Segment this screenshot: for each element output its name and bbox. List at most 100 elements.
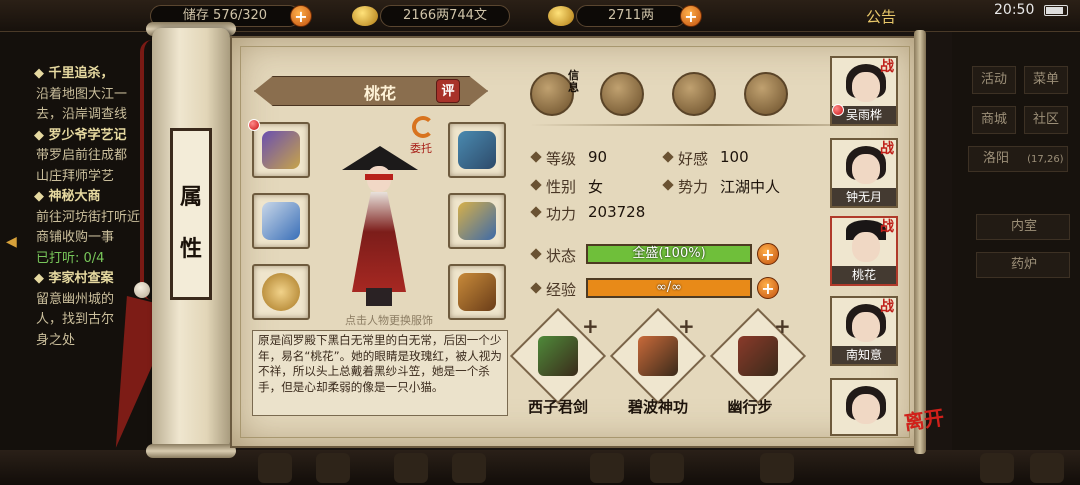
bottom-nav-item[interactable] [394, 453, 428, 483]
bottom-nav-item[interactable] [980, 453, 1014, 483]
exp-text: ∞/∞ [655, 280, 683, 295]
bagua-icon[interactable] [672, 72, 716, 116]
new-alert-dot [832, 104, 844, 116]
bottom-nav-item[interactable] [258, 453, 292, 483]
quest-line: 带罗启前往成都 [36, 148, 128, 163]
location-name: 洛阳 [983, 151, 1010, 166]
community-button[interactable]: 社区 [1024, 106, 1068, 134]
quest-title[interactable]: ◆ 神秘大商 [34, 185, 101, 204]
roster-card[interactable] [830, 378, 898, 436]
location-coords: (17,26) [1027, 154, 1064, 165]
notice-button[interactable]: 公告 [866, 6, 896, 27]
skill-add-icon[interactable]: + [582, 314, 599, 338]
portrait-face [852, 232, 880, 262]
exp-label: 经验 [546, 281, 577, 299]
battle-tag: 战 [880, 299, 894, 315]
equip-slot-gloves[interactable] [252, 122, 310, 178]
exp-plus-button[interactable]: + [757, 277, 779, 299]
scroll-cap-bottom [146, 444, 236, 458]
gloves-icon [262, 131, 300, 169]
character-legs [366, 288, 392, 306]
power-value: 203728 [588, 203, 646, 221]
bottom-nav-item[interactable] [452, 453, 486, 483]
quest-line: 去，沿岸调查线 [36, 107, 128, 122]
sword-icon [262, 202, 300, 240]
quest-title[interactable]: ◆ 李家村查案 [34, 267, 114, 286]
helmet-icon [458, 131, 496, 169]
map-scroll-icon[interactable] [600, 72, 644, 116]
character-blindfold [365, 174, 393, 180]
quest-line: 前往河坊街打听近 [36, 209, 141, 225]
meridian-figure-icon[interactable] [744, 72, 788, 116]
skill-add-icon[interactable]: + [774, 314, 791, 338]
favor-value: 100 [720, 148, 749, 166]
shop-button[interactable]: 商城 [972, 106, 1016, 134]
status-label: 状态 [546, 247, 577, 265]
roster-card[interactable]: 战 钟无月 [830, 138, 898, 208]
equip-slot-token[interactable] [448, 264, 506, 320]
scroll-right-roll [914, 30, 926, 454]
bottom-nav-item[interactable] [650, 453, 684, 483]
battle-tag: 战 [880, 59, 894, 75]
info-tag: 信息 [568, 69, 579, 94]
tab-label-char: 性 [179, 236, 202, 262]
bottom-nav-item[interactable] [590, 453, 624, 483]
delegate-icon[interactable] [412, 116, 434, 138]
gender-label: 性别 [546, 178, 577, 196]
location-display: 洛阳 (17,26) [968, 146, 1068, 172]
skill-add-icon[interactable]: + [678, 314, 695, 338]
quest-line: 沿着地图大江一 [36, 86, 128, 102]
equip-slot-weapon[interactable] [252, 193, 310, 249]
roster-name: 南知意 [832, 346, 896, 364]
status-plus-button[interactable]: + [757, 243, 779, 265]
token-plaque-icon [458, 273, 496, 311]
book-manual-icon [738, 336, 778, 376]
skill-name-1: 西子君剑 [527, 398, 588, 416]
tab-label-char: 属 [179, 184, 202, 210]
battle-tag: 战 [880, 141, 894, 157]
attributes-tab-label[interactable]: 属 性 [170, 128, 212, 300]
quest-title[interactable]: ◆ 罗少爷学艺记 [34, 124, 127, 143]
menu-button[interactable]: 菜单 [1024, 66, 1068, 94]
quest-line: 山庄拜师学艺 [36, 168, 115, 184]
new-item-dot [248, 119, 260, 131]
roster-name: 钟无月 [832, 188, 896, 206]
character-name: 桃花 [363, 84, 396, 103]
bottom-nav-item[interactable] [1030, 453, 1064, 483]
quest-line: 已打听: 0/4 [36, 250, 105, 266]
equip-slot-helmet[interactable] [448, 122, 506, 178]
scroll-manual-icon [638, 336, 678, 376]
furnace-button[interactable]: 药炉 [976, 252, 1070, 278]
equip-slot-ring[interactable] [252, 264, 310, 320]
quest-line: 人，找到古尔 [36, 312, 115, 327]
gold-ingot-icon [548, 6, 574, 26]
exp-bar: ∞/∞ [586, 278, 752, 298]
storage-plus-button[interactable]: + [290, 5, 312, 27]
change-outfit-hint: 点击人物更换服饰 [345, 314, 433, 327]
sword-manual-icon [538, 336, 578, 376]
delegate-label: 委托 [410, 142, 432, 155]
leave-button[interactable]: 离开 [902, 401, 946, 435]
level-value: 90 [588, 148, 608, 166]
bottom-nav-item[interactable] [316, 453, 350, 483]
inner-room-button[interactable]: 内室 [976, 214, 1070, 240]
status-text: 全盛(100%) [632, 246, 706, 261]
gold-plus-button[interactable]: + [680, 5, 702, 27]
level-label: 等级 [546, 150, 577, 168]
armor-icon [458, 202, 496, 240]
activity-button[interactable]: 活动 [972, 66, 1016, 94]
bottom-nav-item[interactable] [760, 453, 794, 483]
tassel-bead [134, 282, 150, 298]
equip-slot-armor[interactable] [448, 193, 506, 249]
roster-card[interactable]: 战 南知意 [830, 296, 898, 366]
gender-value: 女 [588, 178, 604, 196]
quest-title[interactable]: ◆ 千里追杀， [34, 62, 114, 81]
roster-card-selected[interactable]: 战 桃花 [830, 216, 898, 286]
battery-icon [1044, 5, 1068, 16]
faction-label: 势力 [678, 178, 709, 196]
scroll-cord [140, 40, 152, 300]
collapse-arrow-icon[interactable]: ◀ [6, 234, 17, 250]
rate-button[interactable]: 评 [436, 79, 460, 103]
copper-coin-icon [352, 6, 378, 26]
ring-icon [262, 273, 300, 311]
